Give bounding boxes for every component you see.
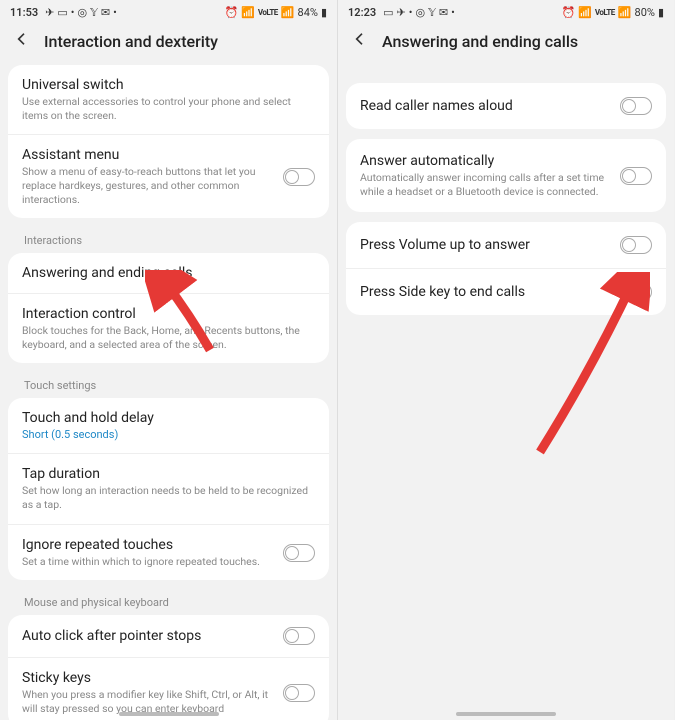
section-mouse: Mouse and physical keyboard — [8, 590, 329, 615]
nav-handle[interactable] — [456, 712, 556, 716]
row-answer-auto[interactable]: Answer automatically Automatically answe… — [346, 139, 666, 212]
row-auto-click[interactable]: Auto click after pointer stops — [8, 615, 329, 658]
signal-icon: 📶 — [618, 7, 632, 18]
row-title: Answering and ending calls — [22, 265, 315, 281]
section-touch: Touch settings — [8, 373, 329, 398]
card-read-aloud: Read caller names aloud — [346, 83, 666, 129]
nav-handle[interactable] — [119, 712, 219, 716]
row-title: Ignore repeated touches — [22, 537, 273, 553]
row-value: Short (0.5 seconds) — [22, 428, 315, 441]
row-title: Tap duration — [22, 466, 315, 482]
toggle-auto-click[interactable] — [283, 627, 315, 645]
more-icon: • — [113, 7, 117, 18]
header: Answering and ending calls — [338, 23, 674, 65]
mail-icon: ✉ — [439, 7, 448, 18]
row-desc: Use external accessories to control your… — [22, 95, 315, 122]
row-title: Sticky keys — [22, 670, 273, 686]
row-title: Press Volume up to answer — [360, 237, 610, 253]
settings-content: Universal switch Use external accessorie… — [0, 65, 337, 720]
row-sticky-keys[interactable]: Sticky keys When you press a modifier ke… — [8, 658, 329, 720]
card-touch: Touch and hold delay Short (0.5 seconds)… — [8, 398, 329, 580]
volte-icon: VoLTE — [258, 9, 278, 17]
row-universal-switch[interactable]: Universal switch Use external accessorie… — [8, 65, 329, 135]
telegram-icon: ✈ — [45, 7, 54, 18]
telegram-icon: ✈ — [397, 7, 406, 18]
twitter-icon: 𝕐 — [428, 7, 436, 18]
status-bar: 11:53 ✈ ▭ • ◎ 𝕐 ✉ • ⏰ 📶 VoLTE 📶 84% ▮ — [0, 0, 337, 23]
toggle-volume-up-answer[interactable] — [620, 236, 652, 254]
settings-content: Read caller names aloud Answer automatic… — [338, 65, 674, 315]
row-title: Universal switch — [22, 77, 315, 93]
more-icon: • — [451, 7, 455, 18]
chat-icon: ▭ — [57, 7, 67, 18]
toggle-read-caller[interactable] — [620, 97, 652, 115]
card-auto-answer: Answer automatically Automatically answe… — [346, 139, 666, 212]
row-title: Interaction control — [22, 306, 315, 322]
toggle-side-key-end[interactable] — [620, 283, 652, 301]
row-title: Auto click after pointer stops — [22, 628, 273, 644]
twitter-icon: 𝕐 — [90, 7, 98, 18]
row-ignore-repeated[interactable]: Ignore repeated touches Set a time withi… — [8, 525, 329, 581]
row-title: Read caller names aloud — [360, 98, 610, 114]
row-assistant-menu[interactable]: Assistant menu Show a menu of easy-to-re… — [8, 135, 329, 218]
card-mouse: Auto click after pointer stops Sticky ke… — [8, 615, 329, 720]
alarm-icon: ⏰ — [224, 7, 238, 18]
row-desc: Block touches for the Back, Home, and Re… — [22, 324, 315, 351]
card-interactions: Answering and ending calls Interaction c… — [8, 253, 329, 363]
phone-left: 11:53 ✈ ▭ • ◎ 𝕐 ✉ • ⏰ 📶 VoLTE 📶 84% ▮ In… — [0, 0, 337, 720]
section-interactions: Interactions — [8, 228, 329, 253]
toggle-answer-auto[interactable] — [620, 167, 652, 185]
dot-icon: • — [71, 7, 75, 18]
toggle-ignore-repeated[interactable] — [283, 544, 315, 562]
row-desc: Set a time within which to ignore repeat… — [22, 555, 273, 569]
row-title: Answer automatically — [360, 153, 610, 169]
battery-pct: 80% — [635, 6, 655, 19]
signal-icon: 📶 — [281, 7, 295, 18]
row-desc: Set how long an interaction needs to be … — [22, 484, 315, 511]
back-icon[interactable] — [352, 31, 368, 51]
card-keys: Press Volume up to answer Press Side key… — [346, 222, 666, 315]
instagram-icon: ◎ — [415, 7, 425, 18]
battery-pct: 84% — [298, 6, 318, 19]
row-answering-ending-calls[interactable]: Answering and ending calls — [8, 253, 329, 294]
header: Interaction and dexterity — [0, 23, 337, 65]
toggle-assistant-menu[interactable] — [283, 168, 315, 186]
wifi-calling-icon: 📶 — [578, 7, 592, 18]
battery-icon: ▮ — [321, 7, 327, 18]
row-desc: Show a menu of easy-to-reach buttons tha… — [22, 165, 273, 206]
wifi-calling-icon: 📶 — [241, 7, 255, 18]
chat-icon: ▭ — [383, 7, 393, 18]
row-read-caller-names[interactable]: Read caller names aloud — [346, 83, 666, 129]
row-press-side-key[interactable]: Press Side key to end calls — [346, 269, 666, 315]
mail-icon: ✉ — [101, 7, 110, 18]
toggle-sticky-keys[interactable] — [283, 684, 315, 702]
status-bar: 12:23 ▭ ✈ • ◎ 𝕐 ✉ • ⏰ 📶 VoLTE 📶 80% ▮ — [338, 0, 674, 23]
dot-icon: • — [409, 7, 413, 18]
row-title: Touch and hold delay — [22, 410, 315, 426]
page-title: Answering and ending calls — [382, 32, 578, 51]
row-touch-hold-delay[interactable]: Touch and hold delay Short (0.5 seconds) — [8, 398, 329, 454]
row-desc: Automatically answer incoming calls afte… — [360, 171, 610, 198]
row-title: Assistant menu — [22, 147, 273, 163]
status-time: 11:53 — [10, 6, 38, 19]
row-interaction-control[interactable]: Interaction control Block touches for th… — [8, 294, 329, 363]
instagram-icon: ◎ — [77, 7, 87, 18]
card-general: Universal switch Use external accessorie… — [8, 65, 329, 218]
back-icon[interactable] — [14, 31, 30, 51]
page-title: Interaction and dexterity — [44, 32, 218, 51]
phone-right: 12:23 ▭ ✈ • ◎ 𝕐 ✉ • ⏰ 📶 VoLTE 📶 80% ▮ An… — [337, 0, 674, 720]
volte-icon: VoLTE — [595, 9, 615, 17]
battery-icon: ▮ — [658, 7, 664, 18]
row-tap-duration[interactable]: Tap duration Set how long an interaction… — [8, 454, 329, 524]
status-time: 12:23 — [348, 6, 376, 19]
row-press-volume-up[interactable]: Press Volume up to answer — [346, 222, 666, 269]
row-title: Press Side key to end calls — [360, 284, 610, 300]
alarm-icon: ⏰ — [561, 7, 575, 18]
